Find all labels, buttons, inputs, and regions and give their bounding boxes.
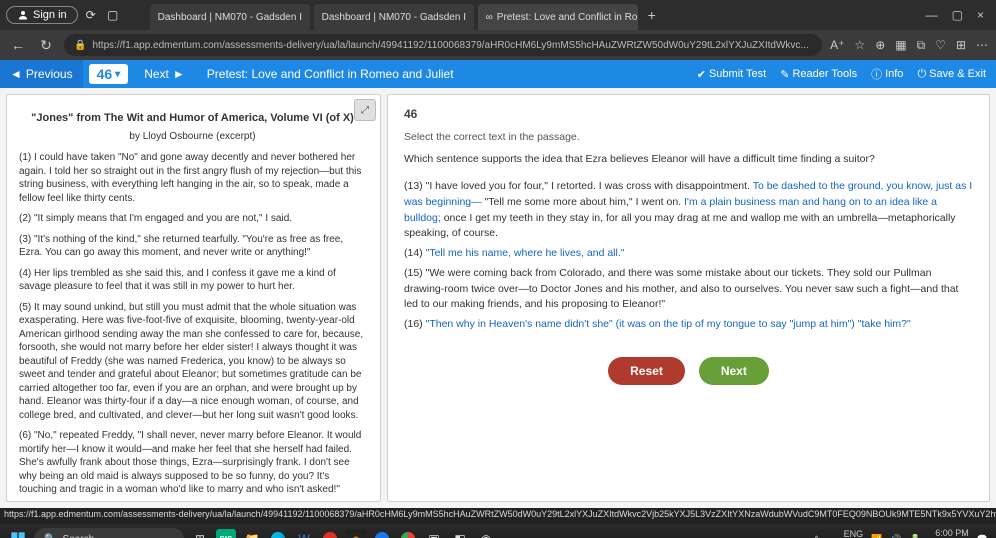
browser-tab[interactable]: Dashboard | NM070 - Gadsden I × — [314, 4, 474, 30]
browser-tab[interactable]: Dashboard | NM070 - Gadsden I × — [150, 4, 310, 30]
choice-line: (14) "Tell me his name, where he lives, … — [404, 246, 973, 262]
next-button[interactable]: Next ► — [134, 67, 195, 81]
app-icon[interactable]: ◉ — [476, 529, 496, 538]
sis-icon[interactable]: SIS — [216, 529, 236, 538]
close-window-icon[interactable]: × — [977, 8, 984, 22]
clock[interactable]: 6:00 PM6/13/2024 — [929, 529, 969, 538]
onedrive-icon[interactable]: ☁ — [827, 534, 836, 538]
maximize-icon[interactable]: ▢ — [952, 8, 963, 22]
tab-label: Pretest: Love and Conflict in Rom — [497, 12, 638, 23]
read-aloud-icon[interactable]: A⁺ — [830, 38, 844, 53]
refresh-icon[interactable]: ↻ — [36, 37, 56, 54]
taskbar-search[interactable]: 🔍 Search — [34, 528, 184, 538]
lock-icon: 🔒 — [74, 40, 86, 51]
chrome-icon[interactable] — [398, 529, 418, 538]
question-pane: 46 Select the correct text in the passag… — [387, 94, 990, 502]
facebook-icon[interactable] — [372, 529, 392, 538]
extensions-icon[interactable]: ⊕ — [875, 38, 885, 53]
language-indicator[interactable]: ENGES — [844, 530, 864, 538]
collections-icon[interactable]: ⧉ — [917, 38, 926, 53]
edmentum-icon: ∞ — [486, 12, 493, 23]
url-text: https://f1.app.edmentum.com/assessments-… — [92, 40, 808, 51]
heart-icon[interactable]: ♡ — [935, 38, 946, 53]
selectable-text[interactable]: "Tell me his name, where he lives, and a… — [426, 247, 625, 259]
tab-label: Dashboard | NM070 - Gadsden I — [158, 12, 302, 23]
question-counter[interactable]: 46 ▾ — [89, 64, 129, 84]
url-input[interactable]: 🔒 https://f1.app.edmentum.com/assessment… — [64, 34, 822, 56]
start-icon[interactable] — [8, 529, 28, 538]
choice-line: (16) "Then why in Heaven's name didn't s… — [404, 317, 973, 333]
sync-icon[interactable]: ⟳ — [82, 6, 100, 24]
choice-line: (13) "I have loved you for four," I reto… — [404, 179, 973, 242]
content-area: ⤢ "Jones" from The Wit and Humor of Amer… — [0, 88, 996, 508]
app-icon[interactable]: ⊞ — [956, 38, 966, 53]
lesson-title: Pretest: Love and Conflict in Romeo and … — [207, 67, 454, 81]
amazon-icon[interactable]: a — [346, 529, 366, 538]
chevron-right-icon: ► — [173, 67, 185, 81]
question-number: 46 — [404, 107, 973, 121]
new-tab-button[interactable]: + — [648, 7, 656, 23]
chevron-down-icon: ▾ — [115, 69, 120, 80]
reset-button[interactable]: Reset — [608, 357, 685, 385]
tab-label: Dashboard | NM070 - Gadsden I — [322, 12, 466, 23]
expand-icon[interactable]: ⤢ — [354, 99, 376, 121]
save-exit-button[interactable]: ⏻ Save & Exit — [917, 68, 986, 81]
search-icon: 🔍 — [44, 534, 56, 538]
info-button[interactable]: ⓘ Info — [871, 66, 903, 82]
passage-para: (4) Her lips trembled as she said this, … — [19, 267, 366, 294]
workspace-icon[interactable]: ▢ — [104, 6, 122, 24]
windows-taskbar: 🔍 Search ⊞ SIS 📁 W a ▣ ◧ ◉ ^ ☁ ENGES 📶 🔊… — [0, 524, 996, 538]
submit-test-button[interactable]: ✔ Submit Test — [697, 68, 767, 81]
person-icon — [17, 9, 29, 21]
signin-button[interactable]: Sign in — [6, 6, 78, 24]
question-instruction: Select the correct text in the passage. — [404, 131, 973, 143]
question-choices: (13) "I have loved you for four," I reto… — [404, 179, 973, 333]
passage-para: (2) "It simply means that I'm engaged an… — [19, 212, 366, 226]
previous-button[interactable]: ◄ Previous — [0, 60, 83, 88]
status-link: https://f1.app.edmentum.com/assessments-… — [0, 508, 996, 524]
assessment-toolbar: ◄ Previous 46 ▾ Next ► Pretest: Love and… — [0, 60, 996, 88]
star-icon[interactable]: ☆ — [854, 38, 865, 53]
passage-pane: ⤢ "Jones" from The Wit and Humor of Amer… — [6, 94, 381, 502]
grid-icon[interactable]: ▦ — [895, 38, 906, 53]
selectable-text[interactable]: "Then why in Heaven's name didn't she" (… — [426, 318, 911, 330]
volume-icon[interactable]: 🔊 — [890, 534, 901, 538]
passage-para: (3) "It's nothing of the kind," she retu… — [19, 233, 366, 260]
battery-icon[interactable]: 🔋 — [910, 534, 921, 538]
browser-titlebar: Sign in ⟳ ▢ Dashboard | NM070 - Gadsden … — [0, 0, 996, 30]
passage-byline: by Lloyd Osbourne (excerpt) — [19, 130, 366, 144]
signin-label: Sign in — [33, 9, 67, 21]
explorer-icon[interactable]: 📁 — [242, 529, 262, 538]
notifications-icon[interactable]: 💬 — [977, 534, 988, 538]
app-icon[interactable]: ▣ — [424, 529, 444, 538]
search-placeholder: Search — [62, 534, 94, 538]
tray-chevron-icon[interactable]: ^ — [814, 534, 818, 538]
passage-scroll[interactable]: "Jones" from The Wit and Humor of Americ… — [7, 95, 380, 501]
wifi-icon[interactable]: 📶 — [871, 534, 882, 538]
button-row: Reset Next — [404, 357, 973, 385]
next-label: Next — [144, 67, 169, 81]
next-question-button[interactable]: Next — [699, 357, 769, 385]
reader-tools-button[interactable]: ✎ Reader Tools — [780, 68, 857, 81]
passage-para: (5) It may sound unkind, but still you m… — [19, 301, 366, 423]
chevron-left-icon: ◄ — [10, 67, 22, 81]
app-icon[interactable]: ◧ — [450, 529, 470, 538]
browser-tab-active[interactable]: ∞ Pretest: Love and Conflict in Rom × — [478, 4, 638, 30]
word-icon[interactable]: W — [294, 529, 314, 538]
passage-para: (6) "No," repeated Freddy, "I shall neve… — [19, 429, 366, 497]
question-stem: Which sentence supports the idea that Ez… — [404, 153, 973, 165]
back-icon[interactable]: ← — [8, 37, 28, 53]
pinterest-icon[interactable] — [320, 529, 340, 538]
passage-title: "Jones" from The Wit and Humor of Americ… — [19, 111, 366, 126]
browser-addressbar: ← ↻ 🔒 https://f1.app.edmentum.com/assess… — [0, 30, 996, 60]
minimize-icon[interactable]: — — [926, 8, 938, 22]
choice-line: (15) "We were coming back from Colorado,… — [404, 266, 973, 313]
passage-para: (1) I could have taken "No" and gone awa… — [19, 151, 366, 205]
more-icon[interactable]: ⋯ — [976, 38, 988, 53]
taskview-icon[interactable]: ⊞ — [190, 529, 210, 538]
edge-icon[interactable] — [268, 529, 288, 538]
previous-label: Previous — [26, 67, 73, 81]
